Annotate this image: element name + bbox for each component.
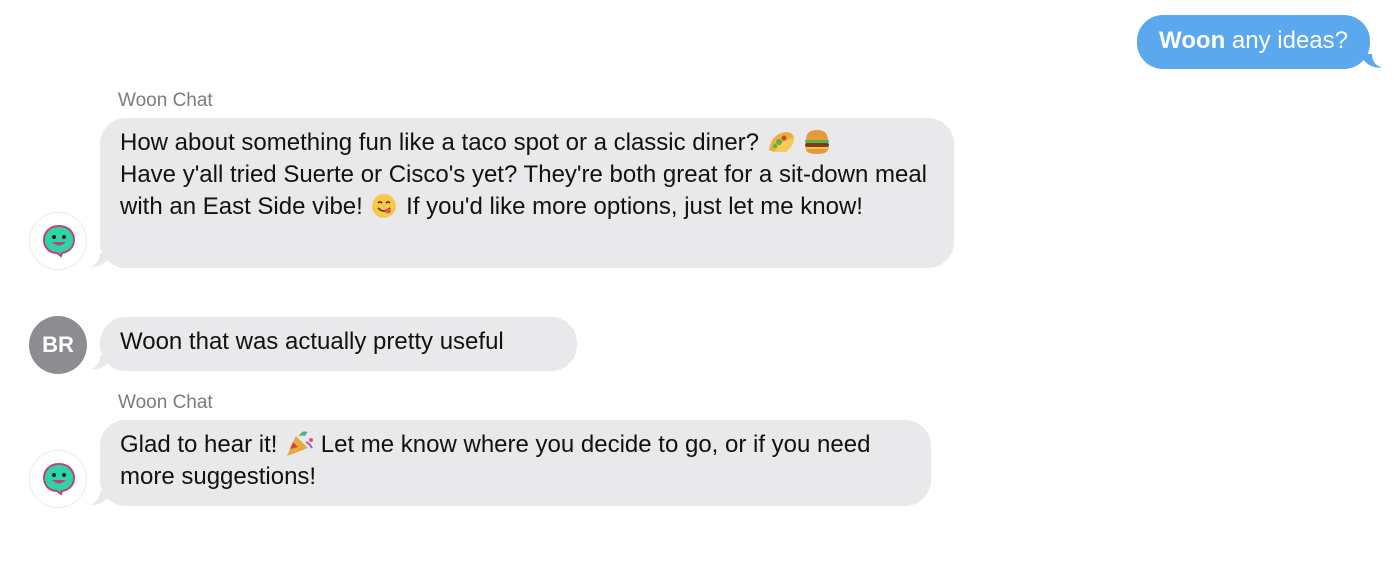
bot-message-bubble[interactable]: Glad to hear it! Let me know where you d…: [100, 420, 931, 506]
sender-name: Woon Chat: [118, 392, 213, 413]
sender-name: Woon Chat: [118, 90, 213, 111]
hamburger-emoji: [805, 130, 830, 154]
user-avatar[interactable]: BR: [29, 316, 87, 374]
message-text: How about something fun like a taco spot…: [120, 129, 760, 156]
woon-bot-avatar[interactable]: [29, 212, 87, 270]
bot-bubble-tail: [90, 491, 112, 505]
mention-woon: Woon: [1159, 27, 1226, 54]
woon-bot-icon: [42, 462, 76, 496]
outgoing-message-text: any ideas?: [1225, 27, 1348, 54]
bot-bubble-tail: [90, 253, 112, 267]
taco-emoji: [768, 132, 794, 152]
message-text: Glad to hear it!: [120, 431, 278, 458]
woon-bot-icon: [42, 224, 76, 258]
outgoing-message-bubble[interactable]: Woon any ideas?: [1137, 15, 1370, 69]
message-text: Woon that was actually pretty useful: [120, 328, 504, 355]
bot-message-bubble[interactable]: How about something fun like a taco spot…: [100, 118, 954, 268]
yum-face-emoji: [372, 194, 397, 218]
outgoing-bubble-tail: [1360, 54, 1382, 68]
party-popper-emoji: [287, 431, 314, 456]
message-text: If you'd like more options, just let me …: [406, 193, 863, 220]
woon-bot-avatar[interactable]: [29, 450, 87, 508]
user-bubble-tail: [90, 356, 112, 370]
user-message-bubble[interactable]: Woon that was actually pretty useful: [100, 317, 577, 371]
